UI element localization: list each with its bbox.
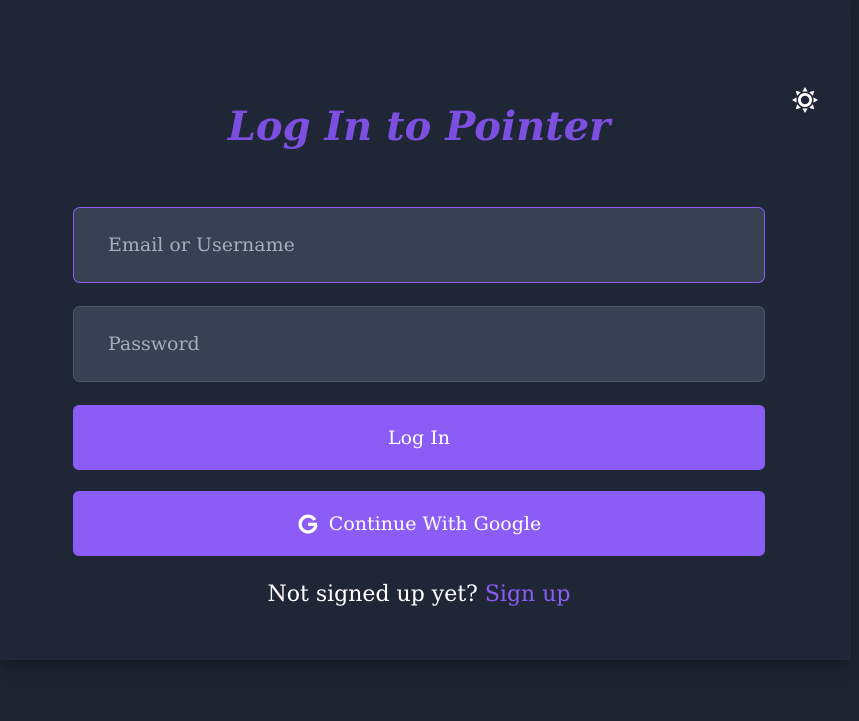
google-login-button[interactable]: Continue With Google [73,491,765,556]
google-button-label: Continue With Google [328,512,542,535]
email-field[interactable] [73,207,765,283]
signup-prompt: Not signed up yet? Sign up [0,578,838,612]
page-title: Log In to Pointer [227,103,611,150]
login-card: Log In to Pointer Log In Continue With G… [0,0,851,660]
login-button-label: Log In [387,426,450,449]
google-icon [297,513,319,535]
signup-link[interactable]: Sign up [485,582,571,607]
password-field[interactable] [73,306,765,382]
signup-prompt-text: Not signed up yet? [267,582,478,607]
login-button[interactable]: Log In [73,405,765,470]
